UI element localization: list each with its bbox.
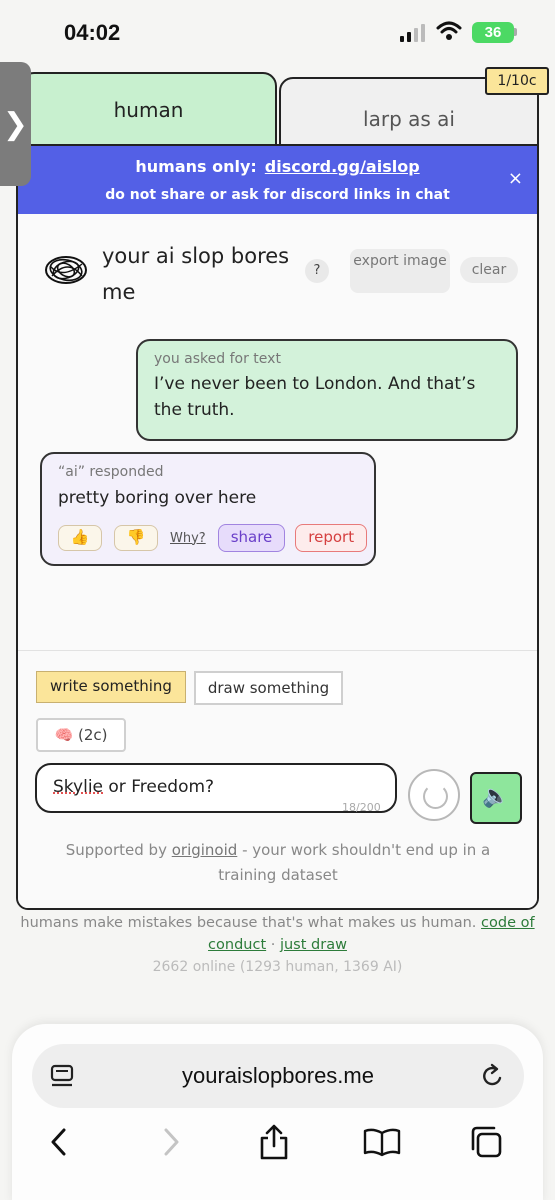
brain-boost-button[interactable]: 🧠 (2c) — [36, 718, 126, 752]
discord-banner: humans only: discord.gg/aislop do not sha… — [18, 146, 537, 214]
forward-icon[interactable] — [150, 1122, 190, 1162]
draw-something-tab[interactable]: draw something — [194, 671, 343, 705]
ai-message-label: “ai” responded — [58, 464, 164, 480]
battery-icon: 36 — [472, 22, 514, 43]
share-icon[interactable] — [254, 1122, 294, 1162]
thumbs-down-button[interactable]: 👎 — [114, 525, 158, 551]
user-message: you asked for text I’ve never been to Lo… — [136, 339, 518, 441]
ai-message-text: pretty boring over here — [58, 488, 257, 508]
user-message-text: I’ve never been to London. And that’s th… — [154, 374, 476, 420]
back-icon[interactable] — [40, 1122, 80, 1162]
user-message-label: you asked for text — [154, 351, 281, 367]
loading-spinner-icon — [408, 769, 460, 821]
misspelled-word: Skylie — [53, 777, 103, 797]
status-bar: 04:02 36 — [0, 0, 555, 62]
send-button[interactable]: 🔈 — [470, 772, 522, 824]
battery-tip — [514, 28, 517, 36]
url-text: youraislopbores.me — [182, 1063, 374, 1088]
just-draw-link[interactable]: just draw — [280, 937, 347, 953]
originoid-link[interactable]: originoid — [172, 841, 238, 859]
page-footer: humans make mistakes because that's what… — [16, 912, 539, 978]
credit-badge: 1/10c — [485, 67, 549, 95]
online-count: 2662 online (1293 human, 1369 AI) — [152, 959, 403, 975]
status-time: 04:02 — [64, 20, 121, 45]
help-button[interactable]: ? — [305, 259, 329, 283]
char-counter: 18/200 — [342, 801, 381, 814]
share-button[interactable]: share — [217, 524, 286, 552]
footer-text: humans make mistakes because that's what… — [20, 915, 477, 931]
browser-toolbar: youraislopbores.me — [12, 1024, 543, 1200]
close-icon[interactable]: × — [508, 168, 523, 189]
supported-by-note: Supported by originoid - your work shoul… — [65, 841, 491, 884]
report-button[interactable]: report — [295, 524, 368, 552]
tabs-icon[interactable] — [466, 1122, 506, 1162]
ai-message: “ai” responded pretty boring over here 👍… — [40, 452, 376, 566]
tab-human[interactable]: human — [20, 72, 277, 147]
chat-panel: humans only: discord.gg/aislop do not sha… — [16, 144, 539, 910]
discord-link[interactable]: discord.gg/aislop — [265, 157, 420, 176]
side-drawer-handle[interactable]: ❯ — [0, 62, 31, 186]
why-link[interactable]: Why? — [170, 531, 206, 546]
input-text: or Freedom? — [103, 777, 215, 797]
export-image-button[interactable]: export image — [350, 249, 450, 293]
address-bar[interactable]: youraislopbores.me — [32, 1044, 524, 1108]
banner-prefix: humans only: — [135, 157, 257, 176]
bookmarks-icon[interactable] — [362, 1122, 402, 1162]
banner-notice: do not share or ask for discord links in… — [105, 187, 450, 203]
reload-icon[interactable] — [480, 1062, 506, 1090]
site-title: your ai slop bores me — [102, 244, 290, 304]
scribble-logo-icon — [45, 256, 87, 284]
message-actions: 👍 👎 Why? share report — [58, 524, 368, 552]
wifi-icon — [436, 21, 462, 40]
write-something-tab[interactable]: write something — [36, 671, 186, 703]
chevron-right-icon: ❯ — [2, 106, 29, 142]
clear-button[interactable]: clear — [460, 257, 518, 283]
cellular-signal-icon — [400, 24, 428, 42]
thumbs-up-button[interactable]: 👍 — [58, 525, 102, 551]
